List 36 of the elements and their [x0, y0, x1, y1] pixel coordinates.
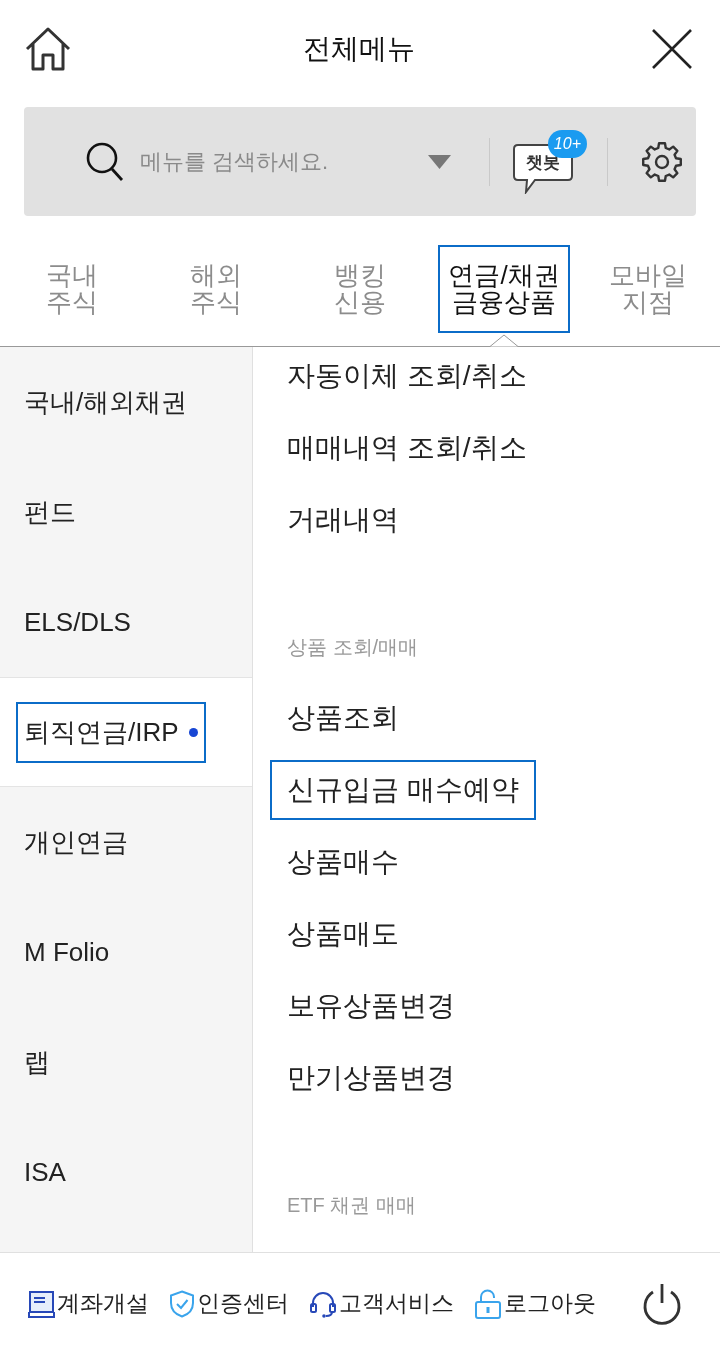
- document-icon: [28, 1289, 55, 1318]
- sidebar-item[interactable]: ISA: [0, 1117, 252, 1227]
- caret-icon[interactable]: [428, 154, 451, 169]
- footer-link[interactable]: 인증센터: [169, 1288, 289, 1319]
- power-icon[interactable]: [642, 1282, 682, 1325]
- menu-item[interactable]: 신규입금 매수예약: [270, 760, 536, 820]
- sidebar-item[interactable]: M Folio: [0, 897, 252, 1007]
- settings-icon[interactable]: [641, 140, 683, 183]
- home-icon[interactable]: [25, 27, 71, 71]
- page-title: 전체메뉴: [302, 32, 415, 66]
- shield-check-icon: [169, 1289, 195, 1318]
- category-tab[interactable]: 연금/채권 금융상품: [438, 245, 570, 333]
- menu-item[interactable]: 매매내역 조회/취소: [270, 418, 544, 478]
- sidebar-item[interactable]: 펀드: [0, 457, 252, 567]
- sidebar-item[interactable]: 랩: [0, 1007, 252, 1117]
- search-icon: [86, 141, 124, 182]
- menu-item[interactable]: 상품매수: [270, 832, 416, 892]
- menu-item[interactable]: 보유상품변경: [270, 976, 472, 1036]
- footer-link[interactable]: 로그아웃: [474, 1287, 596, 1320]
- section-heading: ETF 채권 매매: [287, 1193, 416, 1218]
- sidebar-item[interactable]: 국내/해외채권: [0, 347, 252, 457]
- menu-item[interactable]: 만기상품변경: [270, 1048, 472, 1108]
- close-icon[interactable]: [652, 29, 692, 69]
- sidebar-item[interactable]: 퇴직연금/IRP: [0, 677, 252, 787]
- sidebar-item[interactable]: 개인연금: [0, 787, 252, 897]
- headset-icon: [309, 1289, 337, 1318]
- search-input[interactable]: 메뉴를 검색하세요.: [140, 144, 422, 179]
- menu-item[interactable]: 상품매도: [270, 904, 416, 964]
- menu-item[interactable]: 자동이체 조회/취소: [270, 347, 544, 406]
- menu-item[interactable]: 거래내역: [270, 490, 416, 550]
- footer-link[interactable]: 계좌개설: [28, 1288, 149, 1319]
- unlocked-padlock-icon: [474, 1287, 502, 1320]
- footer-link[interactable]: 고객서비스: [309, 1288, 454, 1319]
- menu-item[interactable]: 상품조회: [270, 688, 416, 748]
- section-heading: 상품 조회/매매: [287, 635, 419, 660]
- sidebar-item[interactable]: ELS/DLS: [0, 567, 252, 677]
